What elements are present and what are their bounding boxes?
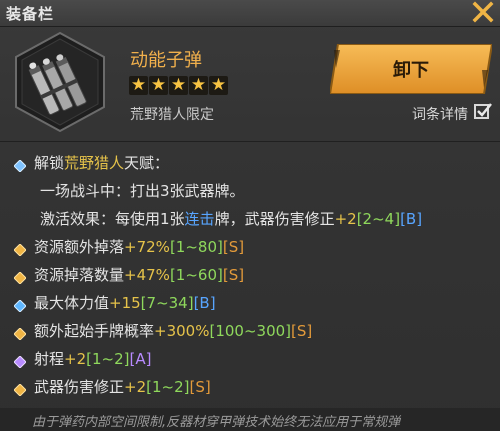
star-icon: ★	[189, 75, 208, 95]
stat-bullet-icon	[13, 269, 27, 285]
stat-row: 最大体力值+15[7~34][B]	[34, 292, 216, 313]
stat-bullet-icon	[13, 325, 27, 341]
talent-effect-text-2: 牌，武器伤害修正	[214, 210, 335, 228]
stat-value: +300%	[154, 322, 210, 340]
stat-grade: [A]	[129, 350, 152, 368]
entry-detail-label[interactable]: 词条详情	[412, 104, 468, 124]
talent-suffix: 天赋：	[124, 154, 170, 172]
stat-grade: [S]	[291, 322, 313, 340]
checkmark-icon	[477, 103, 492, 117]
stat-grade: [S]	[189, 378, 211, 396]
stat-row: 资源额外掉落+72%[1~80][S]	[34, 236, 244, 257]
talent-effect-range: [2~4]	[356, 210, 401, 228]
unequip-button[interactable]: 卸下	[330, 44, 492, 94]
star-icon: ★	[169, 75, 188, 95]
stat-grade: [S]	[222, 238, 245, 256]
item-icon-frame	[8, 30, 112, 134]
talent-effect-grade: [B]	[400, 210, 423, 228]
stat-range: [100~300]	[209, 322, 292, 340]
stat-bullet-icon	[13, 353, 27, 369]
talent-effect: 激活效果：每使用1张连击牌，武器伤害修正+2[2~4][B]	[40, 208, 422, 229]
star-rating: ★ ★ ★ ★ ★	[129, 75, 229, 95]
stat-value: +2	[64, 350, 87, 368]
stat-row: 射程+2[1~2][A]	[34, 348, 151, 369]
stat-label: 武器伤害修正	[34, 378, 125, 396]
stat-label: 射程	[34, 350, 65, 368]
combo-keyword[interactable]: 连击	[185, 210, 215, 228]
stat-grade: [B]	[193, 294, 216, 312]
star-icon: ★	[129, 75, 148, 95]
stat-label: 资源掉落数量	[34, 266, 125, 284]
talent-prefix: 解锁	[34, 154, 65, 172]
stat-bullet-icon	[13, 241, 27, 257]
stat-range: [1~2]	[86, 350, 130, 368]
close-icon[interactable]	[472, 1, 494, 23]
panel-title: 装备栏	[6, 5, 55, 23]
stat-value: +15	[109, 294, 141, 312]
talent-unlock-line: 解锁荒野猎人天赋：	[34, 152, 169, 173]
stat-value: +72%	[124, 238, 170, 256]
stat-bullet-icon	[13, 297, 27, 313]
footer-note: 由于弹药内部空间限制,反器材穿甲弹技术始终无法应用于常规弹	[0, 408, 500, 431]
stat-range: [1~60]	[169, 266, 223, 284]
footer-text: 由于弹药内部空间限制,反器材穿甲弹技术始终无法应用于常规弹	[32, 415, 401, 430]
stat-range: [1~80]	[169, 238, 223, 256]
star-icon: ★	[209, 75, 228, 95]
stat-label: 最大体力值	[34, 294, 110, 312]
star-icon: ★	[149, 75, 168, 95]
item-name: 动能子弹	[130, 50, 202, 71]
talent-bullet-icon	[13, 157, 27, 173]
limited-label: 荒野猎人限定	[130, 107, 214, 123]
stat-range: [7~34]	[140, 294, 194, 312]
equipment-panel: 装备栏 动能子弹 ★ ★ ★ ★ ★ 荒野猎人限定 卸下 词条详情 解锁荒野猎人…	[0, 0, 500, 431]
stat-value: +47%	[124, 266, 170, 284]
entry-detail-checkbox[interactable]	[474, 103, 492, 119]
talent-effect-text: 激活效果：每使用1张	[40, 210, 185, 228]
stat-label: 额外起始手牌概率	[34, 322, 155, 340]
ammo-icon	[15, 31, 105, 133]
talent-effect-value: +2	[334, 210, 357, 228]
stat-range: [1~2]	[146, 378, 190, 396]
stat-row: 资源掉落数量+47%[1~60][S]	[34, 264, 244, 285]
stat-bullet-icon	[13, 381, 27, 397]
title-bar: 装备栏	[0, 0, 500, 27]
stat-row: 额外起始手牌概率+300%[100~300][S]	[34, 320, 312, 341]
stat-label: 资源额外掉落	[34, 238, 125, 256]
stat-row: 武器伤害修正+2[1~2][S]	[34, 376, 211, 397]
unequip-label: 卸下	[393, 60, 429, 81]
divider	[0, 141, 500, 142]
stat-value: +2	[124, 378, 147, 396]
stat-grade: [S]	[222, 266, 245, 284]
talent-name[interactable]: 荒野猎人	[64, 154, 124, 172]
talent-condition: 一场战斗中：打出3张武器牌。	[40, 182, 245, 200]
